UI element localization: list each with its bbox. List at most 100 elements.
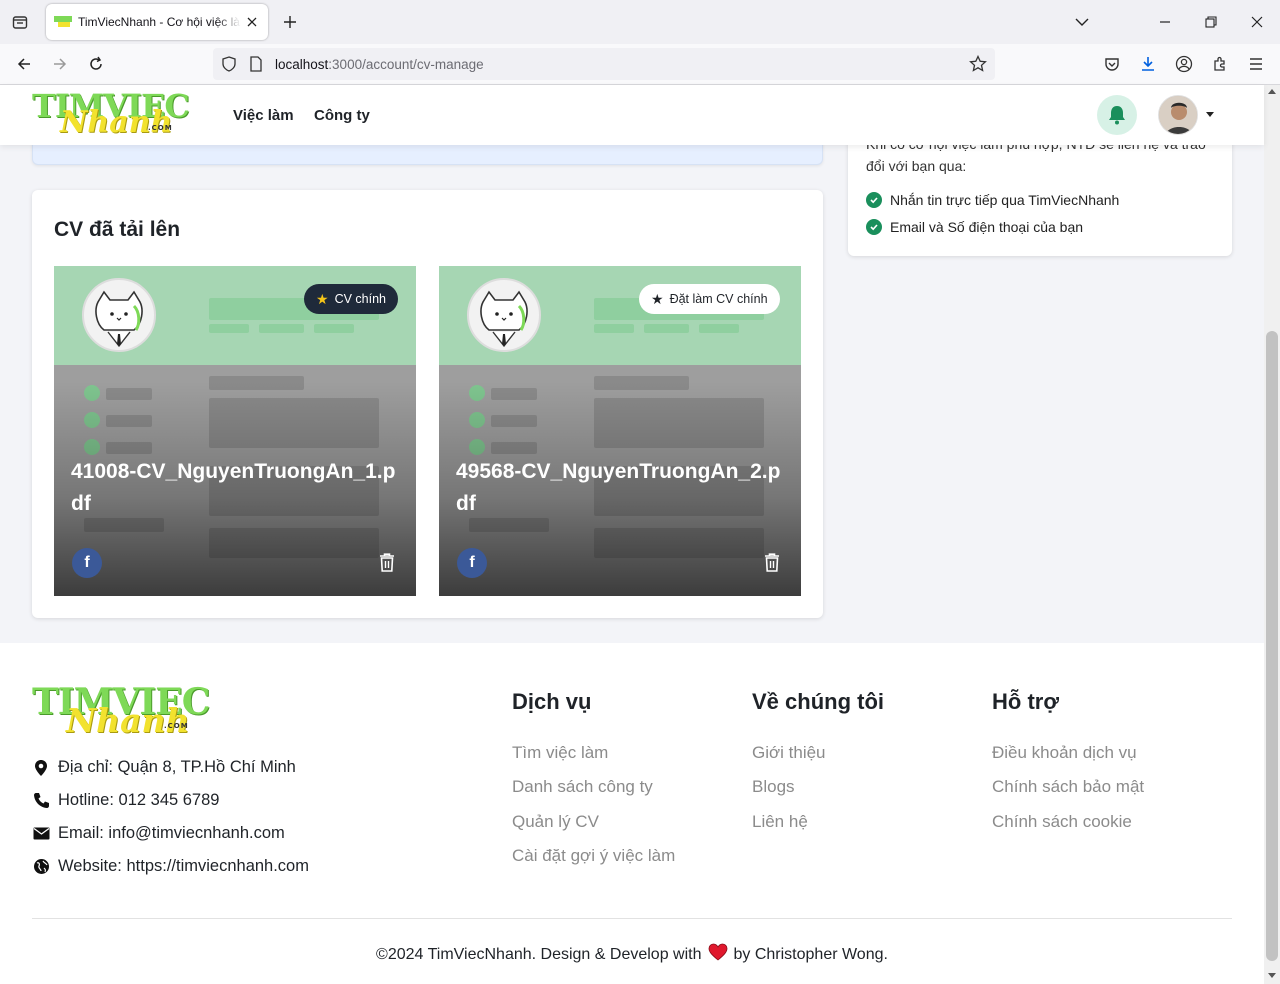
facebook-icon: f bbox=[469, 554, 475, 571]
footer-link[interactable]: Điều khoản dịch vụ bbox=[992, 743, 1137, 763]
uploaded-cv-section: CV đã tải lên ★ CV chính 41008-CV_Nguyen… bbox=[32, 190, 823, 618]
location-pin-icon bbox=[32, 759, 50, 777]
star-icon: ★ bbox=[316, 290, 329, 307]
pocket-icon[interactable] bbox=[1101, 53, 1123, 75]
footer-link[interactable]: Liên hệ bbox=[752, 812, 808, 832]
site-footer: TIMVIEC Nhanh .COM Địa chỉ: Quận 8, TP.H… bbox=[0, 643, 1264, 984]
close-tab-icon[interactable] bbox=[245, 14, 260, 30]
hotline-text[interactable]: Hotline: 012 345 6789 bbox=[58, 791, 219, 810]
logo-com-text: .COM bbox=[148, 124, 173, 132]
email-item: Email: info@timviecnhanh.com bbox=[32, 824, 285, 843]
url-bar[interactable]: localhost:3000/account/cv-manage bbox=[213, 48, 995, 80]
website-item: Website: https://timviecnhanh.com bbox=[32, 857, 309, 876]
close-window-icon[interactable] bbox=[1247, 12, 1267, 32]
url-path: :3000/account/cv-manage bbox=[328, 57, 484, 72]
tab-list-icon[interactable] bbox=[8, 10, 32, 34]
bookmark-star-icon[interactable] bbox=[969, 54, 987, 78]
delete-cv-button[interactable] bbox=[376, 550, 398, 574]
footer-link[interactable]: Danh sách công ty bbox=[512, 777, 653, 797]
copyright-text-before: ©2024 TimViecNhanh. Design & Develop wit… bbox=[376, 945, 702, 963]
footer-link[interactable]: Tìm việc làm bbox=[512, 743, 608, 763]
footer-link[interactable]: Chính sách bảo mật bbox=[992, 777, 1144, 797]
footer-link[interactable]: Quản lý CV bbox=[512, 812, 599, 832]
badge-label: CV chính bbox=[334, 292, 386, 306]
trash-icon bbox=[380, 552, 394, 572]
cv-avatar-cat-image bbox=[82, 278, 156, 352]
cv-avatar-cat-image bbox=[467, 278, 541, 352]
site-logo[interactable]: TIMVIEC Nhanh .COM bbox=[32, 87, 190, 143]
minimize-icon[interactable] bbox=[1155, 12, 1175, 32]
bell-icon bbox=[1109, 106, 1125, 125]
logo-bottom-text: Nhanh bbox=[66, 701, 190, 740]
footer-logo[interactable]: TIMVIEC Nhanh .COM bbox=[32, 681, 210, 741]
copyright: ©2024 TimViecNhanh. Design & Develop wit… bbox=[0, 943, 1264, 966]
restore-icon[interactable] bbox=[1201, 12, 1221, 32]
delete-cv-button[interactable] bbox=[761, 550, 783, 574]
footer-link[interactable]: Chính sách cookie bbox=[992, 812, 1132, 832]
footer-column-title: Dịch vụ bbox=[512, 689, 592, 714]
copyright-text-after: by Christopher Wong. bbox=[733, 945, 888, 963]
tab-title: TimViecNhanh - Cơ hội việc làm bbox=[78, 15, 241, 29]
address-item: Địa chỉ: Quận 8, TP.Hồ Chí Minh bbox=[32, 758, 296, 777]
url-host: localhost bbox=[275, 57, 329, 72]
star-icon: ★ bbox=[651, 290, 664, 307]
nav-jobs-link[interactable]: Việc làm bbox=[233, 107, 294, 124]
notification-bell-button[interactable] bbox=[1097, 95, 1137, 135]
cv-card[interactable]: ★ Đặt làm CV chính 49568-CV_NguyenTruong… bbox=[439, 266, 801, 596]
logo-com-text: .COM bbox=[164, 722, 189, 730]
scroll-down-icon[interactable] bbox=[1268, 973, 1276, 978]
browser-tab[interactable]: TimViecNhanh - Cơ hội việc làm bbox=[46, 4, 268, 40]
account-dropdown-caret-icon[interactable] bbox=[1206, 112, 1214, 117]
set-main-cv-button[interactable]: ★ Đặt làm CV chính bbox=[639, 284, 780, 314]
scroll-up-icon[interactable] bbox=[1268, 89, 1276, 94]
heart-icon bbox=[708, 943, 728, 966]
scrollbar-thumb[interactable] bbox=[1266, 331, 1278, 961]
nav-companies-link[interactable]: Công ty bbox=[314, 107, 370, 124]
extensions-icon[interactable] bbox=[1209, 53, 1231, 75]
hotline-item: Hotline: 012 345 6789 bbox=[32, 791, 219, 810]
contact-method-item: Email và Số điện thoại của bạn bbox=[866, 219, 1083, 235]
list-all-tabs-icon[interactable] bbox=[1072, 12, 1092, 32]
facebook-share-button[interactable]: f bbox=[72, 548, 102, 578]
page-icon[interactable] bbox=[249, 56, 263, 77]
reload-icon[interactable] bbox=[85, 53, 107, 75]
contact-method-label: Nhắn tin trực tiếp qua TimViecNhanh bbox=[890, 192, 1120, 208]
menu-icon[interactable] bbox=[1245, 53, 1267, 75]
address-text: Địa chỉ: Quận 8, TP.Hồ Chí Minh bbox=[58, 758, 296, 776]
browser-nav-bar: localhost:3000/account/cv-manage bbox=[0, 44, 1280, 85]
trash-icon bbox=[765, 552, 779, 572]
website-text[interactable]: Website: https://timviecnhanh.com bbox=[58, 857, 309, 876]
cv-file-name[interactable]: 41008-CV_NguyenTruongAn_1.pdf bbox=[71, 456, 401, 520]
phone-icon bbox=[32, 792, 50, 810]
check-circle-icon bbox=[866, 219, 882, 235]
contact-method-item: Nhắn tin trực tiếp qua TimViecNhanh bbox=[866, 192, 1119, 208]
check-circle-icon bbox=[866, 192, 882, 208]
forward-icon[interactable] bbox=[49, 53, 71, 75]
logo-bottom-text: Nhanh bbox=[60, 105, 173, 140]
site-header: TIMVIEC Nhanh .COM Việc làm Công ty bbox=[0, 85, 1264, 145]
facebook-icon: f bbox=[84, 554, 90, 571]
url-text[interactable]: localhost:3000/account/cv-manage bbox=[275, 57, 484, 72]
footer-link[interactable]: Blogs bbox=[752, 777, 795, 797]
page-scrollbar[interactable] bbox=[1264, 85, 1280, 984]
globe-icon bbox=[32, 858, 50, 876]
user-avatar[interactable] bbox=[1158, 95, 1198, 135]
new-tab-icon[interactable] bbox=[280, 12, 300, 32]
footer-column-title: Về chúng tôi bbox=[752, 689, 884, 714]
footer-link[interactable]: Giới thiệu bbox=[752, 743, 826, 763]
facebook-share-button[interactable]: f bbox=[457, 548, 487, 578]
email-text[interactable]: Email: info@timviecnhanh.com bbox=[58, 824, 285, 843]
browser-tab-bar: TimViecNhanh - Cơ hội việc làm bbox=[0, 0, 1280, 44]
cv-card[interactable]: ★ CV chính 41008-CV_NguyenTruongAn_1.pdf… bbox=[54, 266, 416, 596]
contact-method-label: Email và Số điện thoại của bạn bbox=[890, 219, 1084, 235]
shield-icon[interactable] bbox=[221, 56, 237, 77]
site-favicon-icon bbox=[54, 15, 72, 29]
footer-divider bbox=[32, 918, 1232, 919]
download-icon[interactable] bbox=[1137, 53, 1159, 75]
badge-label: Đặt làm CV chính bbox=[669, 292, 768, 306]
cv-file-name[interactable]: 49568-CV_NguyenTruongAn_2.pdf bbox=[456, 456, 786, 520]
back-icon[interactable] bbox=[13, 53, 35, 75]
account-icon[interactable] bbox=[1173, 53, 1195, 75]
footer-link[interactable]: Cài đặt gợi ý việc làm bbox=[512, 846, 675, 866]
footer-column-title: Hỗ trợ bbox=[992, 689, 1059, 714]
